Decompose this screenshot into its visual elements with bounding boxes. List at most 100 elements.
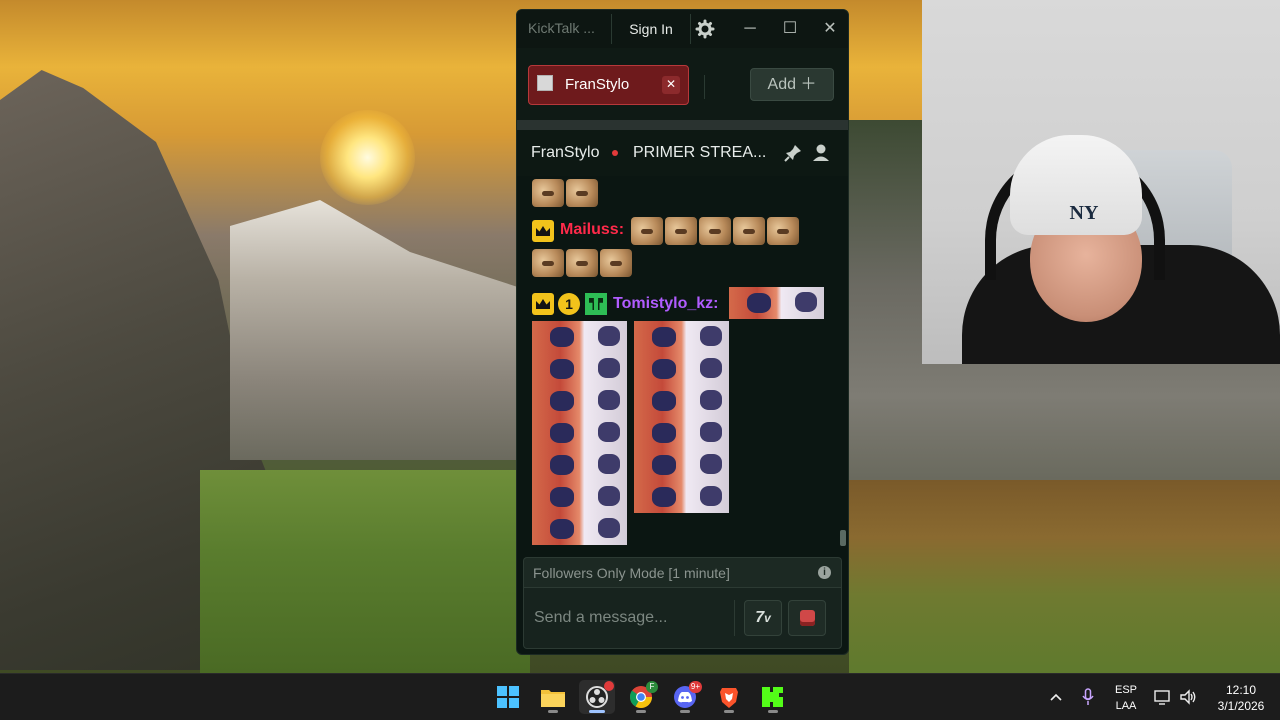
sign-in-button[interactable]: Sign In <box>611 14 691 44</box>
taskbar: F 9+ ESP LAA 12:10 3/1/2026 <box>0 673 1280 720</box>
wallpaper-mountain-snow <box>230 200 530 460</box>
chat-scrollbar[interactable] <box>840 530 846 546</box>
network-button[interactable] <box>1152 686 1172 708</box>
kick-icon <box>762 687 783 707</box>
channel-name[interactable]: FranStylo <box>531 144 599 162</box>
pin-button[interactable] <box>782 142 804 164</box>
file-explorer-button[interactable] <box>535 680 571 714</box>
emote-gif <box>634 449 729 481</box>
kick-button[interactable] <box>755 680 791 714</box>
app-title: KickTalk ... <box>528 20 595 36</box>
emote-image <box>699 217 731 245</box>
profile-badge: F <box>646 681 658 693</box>
emote-gif <box>634 321 729 353</box>
running-indicator <box>589 710 605 713</box>
emote-image <box>767 217 799 245</box>
input-language-indicator[interactable]: ESP LAA <box>1110 682 1142 714</box>
notification-badge: 9+ <box>688 681 702 693</box>
emote-gif <box>532 321 627 353</box>
pin-icon <box>784 145 801 162</box>
chevron-up-icon <box>1050 693 1062 701</box>
channel-avatar-icon <box>537 75 553 91</box>
emote-gif <box>532 481 627 513</box>
emote-gif <box>634 417 729 449</box>
network-icon <box>1154 690 1170 705</box>
emote-image <box>631 217 663 245</box>
discord-button[interactable]: 9+ <box>667 680 703 714</box>
live-indicator-icon <box>612 150 618 156</box>
tab-franstylo[interactable]: FranStylo ✕ <box>528 65 689 105</box>
running-indicator <box>768 710 778 713</box>
speaker-icon <box>1180 689 1196 705</box>
close-button[interactable]: ✕ <box>812 14 848 44</box>
beanie-logo: NY <box>1069 202 1099 224</box>
emote-image <box>600 249 632 277</box>
user-button[interactable] <box>810 142 832 164</box>
emote-image <box>532 179 564 207</box>
tab-separator-bar <box>517 120 848 130</box>
windows-icon <box>497 686 519 708</box>
followers-only-text: Followers Only Mode [1 minute] <box>533 565 730 581</box>
running-indicator <box>636 710 646 713</box>
brave-icon <box>720 688 738 708</box>
emote-gif <box>729 287 824 319</box>
running-indicator <box>724 710 734 713</box>
language-code: ESP <box>1114 684 1137 696</box>
emote-image <box>566 249 598 277</box>
start-button[interactable] <box>490 680 526 714</box>
user-icon <box>813 144 829 161</box>
tab-label: FranStylo <box>565 76 630 93</box>
title-bar[interactable]: KickTalk ... Sign In ─ ☐ ✕ <box>517 10 848 48</box>
kicktalk-window: KickTalk ... Sign In ─ ☐ ✕ FranStylo ✕ A… <box>516 9 849 655</box>
wallpaper-sun <box>320 110 415 205</box>
obs-button[interactable] <box>579 680 615 714</box>
emote-gif <box>634 481 729 513</box>
taskbar-clock[interactable]: 12:10 3/1/2026 <box>1210 682 1272 714</box>
message-input[interactable] <box>534 600 724 636</box>
tier-badge: 1 <box>558 293 580 315</box>
7tv-emote-button[interactable]: 7v <box>744 600 782 636</box>
channel-header: FranStylo PRIMER STREA... <box>517 130 848 176</box>
composer-divider <box>734 600 735 636</box>
maximize-button[interactable]: ☐ <box>772 14 808 44</box>
settings-button[interactable] <box>691 14 719 44</box>
emote-image <box>665 217 697 245</box>
chat-username[interactable]: Mailuss: <box>560 221 624 239</box>
running-indicator <box>680 710 690 713</box>
tab-close-icon[interactable]: ✕ <box>662 76 680 94</box>
chrome-button[interactable]: F <box>623 680 659 714</box>
microphone-button[interactable] <box>1078 686 1098 708</box>
stream-title: PRIMER STREA... <box>633 144 767 161</box>
recording-badge <box>604 681 614 691</box>
emote-gif <box>532 417 627 449</box>
clock-time: 12:10 <box>1225 683 1257 697</box>
emote-image <box>733 217 765 245</box>
clock-date: 3/1/2026 <box>1217 699 1265 713</box>
minimize-button[interactable]: ─ <box>732 14 768 44</box>
emote-image <box>566 179 598 207</box>
volume-button[interactable] <box>1178 686 1198 708</box>
microphone-icon <box>1082 688 1094 705</box>
info-icon[interactable]: i <box>818 566 831 579</box>
gear-icon <box>695 19 715 39</box>
chat-username[interactable]: Tomistylo_kz: <box>613 295 719 313</box>
emote-gif <box>532 353 627 385</box>
emote-gif <box>634 385 729 417</box>
show-hidden-icons-button[interactable] <box>1046 686 1066 708</box>
wallpaper-valley <box>200 470 530 673</box>
emote-image <box>532 249 564 277</box>
folder-icon <box>541 690 565 707</box>
emote-gif <box>634 353 729 385</box>
emote-gif <box>532 385 627 417</box>
running-indicator <box>548 710 558 713</box>
followers-only-banner: Followers Only Mode [1 minute] i <box>523 557 842 587</box>
creeper-icon <box>585 293 607 315</box>
brave-button[interactable] <box>711 680 747 714</box>
add-channel-button[interactable]: Add ＋ <box>750 68 834 101</box>
kick-emote-button[interactable] <box>788 600 826 636</box>
tab-divider <box>704 75 705 99</box>
crown-icon <box>532 220 554 242</box>
channel-tabs: FranStylo ✕ Add ＋ <box>517 48 848 120</box>
emote-gif <box>532 513 627 545</box>
chat-composer: 7v <box>523 587 842 649</box>
